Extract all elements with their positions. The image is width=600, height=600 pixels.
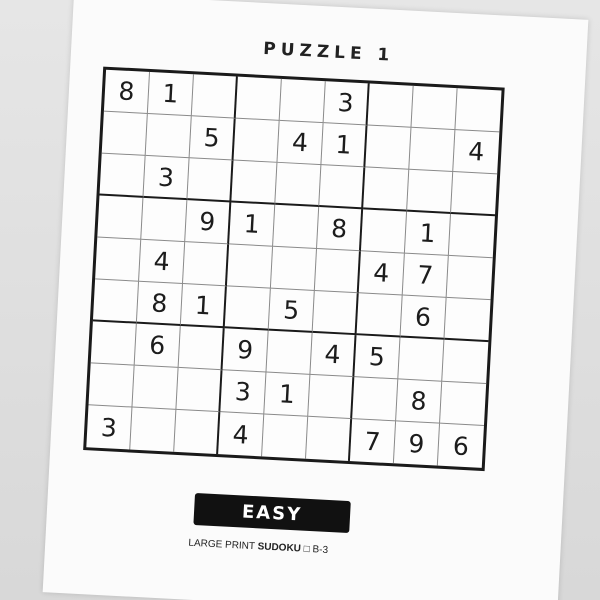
sudoku-cell-r9c8[interactable]: 9 [393,421,441,466]
page-footer: LARGE PRINT SUDOKU □ B-3 [188,538,328,556]
sudoku-cell-r5c2[interactable]: 4 [139,239,186,285]
sudoku-cell-r3c4[interactable] [231,160,278,205]
sudoku-cell-r9c7[interactable]: 7 [349,419,397,464]
sudoku-cell-r6c7[interactable] [356,293,403,338]
sudoku-cell-r8c6[interactable] [308,374,355,420]
sudoku-cell-r8c1[interactable] [88,363,135,408]
sudoku-cell-r1c8[interactable] [411,85,458,131]
sudoku-cell-r8c5[interactable]: 1 [264,372,311,417]
sudoku-cell-r9c6[interactable] [305,416,353,462]
difficulty-badge: EASY [193,492,351,534]
sudoku-cell-r2c8[interactable] [409,127,456,173]
sudoku-cell-r7c7[interactable]: 5 [354,335,401,380]
sudoku-cell-r3c5[interactable] [275,162,322,208]
sudoku-cell-r1c6[interactable]: 3 [323,81,370,126]
sudoku-cell-r5c9[interactable] [446,255,493,301]
sudoku-cell-r6c4[interactable] [224,286,271,331]
sudoku-cell-r9c5[interactable] [262,414,309,459]
sudoku-cell-r7c4[interactable]: 9 [222,328,269,373]
sudoku-cell-r5c3[interactable] [182,242,230,287]
sudoku-cell-r3c7[interactable] [363,167,410,212]
sudoku-cell-r6c1[interactable] [92,279,140,324]
footer-prefix: LARGE PRINT [188,537,258,553]
sudoku-cell-r1c9[interactable] [455,88,502,133]
sudoku-cell-r1c3[interactable] [191,74,238,119]
footer-mark: □ [300,543,313,556]
sudoku-cell-r1c4[interactable] [235,76,282,121]
sudoku-cell-r2c9[interactable]: 4 [453,130,500,175]
sudoku-cell-r4c4[interactable]: 1 [229,202,276,247]
sudoku-cell-r4c2[interactable] [141,197,188,243]
sudoku-cell-r2c2[interactable] [145,113,192,159]
sudoku-cell-r4c3[interactable]: 9 [185,200,232,245]
sudoku-cell-r2c5[interactable]: 4 [277,120,324,166]
sudoku-cell-r8c4[interactable]: 3 [220,370,267,415]
sudoku-cell-r1c7[interactable] [367,83,414,128]
footer-brand: SUDOKU [257,541,302,555]
sudoku-cell-r3c2[interactable]: 3 [143,155,190,201]
sudoku-cell-r7c1[interactable] [90,321,137,366]
sudoku-cell-r9c1[interactable]: 3 [86,405,133,450]
sudoku-cell-r5c5[interactable] [270,246,317,291]
sudoku-cell-r6c8[interactable]: 6 [400,295,447,340]
sudoku-cell-r5c6[interactable] [314,248,361,294]
sudoku-cell-r4c6[interactable]: 8 [316,207,364,252]
sudoku-cell-r2c1[interactable] [101,111,148,156]
sudoku-cell-r2c4[interactable] [233,118,280,163]
sudoku-cell-r9c9[interactable]: 6 [438,424,484,468]
sudoku-cell-r3c6[interactable] [319,165,366,210]
sudoku-cell-r1c2[interactable]: 1 [147,72,194,117]
photo-background: PUZZLE 1 8135414391814478156694531834796… [0,0,600,600]
sudoku-cell-r3c8[interactable] [407,169,454,214]
sudoku-cell-r3c1[interactable] [99,153,146,198]
sudoku-cell-r4c9[interactable] [448,213,495,259]
sudoku-cell-r8c3[interactable] [176,367,223,413]
sudoku-cell-r6c9[interactable] [444,297,491,343]
sudoku-cell-r5c8[interactable]: 7 [402,253,449,298]
sudoku-cell-r6c5[interactable]: 5 [268,288,315,333]
sudoku-cell-r8c9[interactable] [440,381,487,426]
sudoku-cell-r7c5[interactable] [266,330,313,375]
sudoku-cell-r9c2[interactable] [130,407,177,452]
sudoku-cell-r1c1[interactable]: 8 [103,69,151,114]
sudoku-cell-r4c5[interactable] [273,204,320,249]
sudoku-cell-r2c7[interactable] [365,125,412,170]
sudoku-cell-r7c6[interactable]: 4 [310,332,357,378]
sudoku-cell-r7c2[interactable]: 6 [134,323,181,368]
sudoku-cell-r2c3[interactable]: 5 [189,116,236,161]
sudoku-cell-r7c8[interactable] [398,337,445,382]
sudoku-cell-r2c6[interactable]: 1 [321,123,368,168]
sudoku-cell-r8c7[interactable] [352,377,399,422]
sudoku-cell-r6c6[interactable] [312,290,359,336]
sudoku-cell-r3c3[interactable] [187,158,234,203]
sudoku-cell-r5c4[interactable] [226,244,274,289]
sudoku-cell-r6c2[interactable]: 8 [136,281,183,326]
puzzle-page: PUZZLE 1 8135414391814478156694531834796… [42,0,589,600]
sudoku-cell-r8c8[interactable]: 8 [396,379,443,424]
sudoku-cell-r5c7[interactable]: 4 [358,251,405,296]
sudoku-cell-r4c8[interactable]: 1 [404,211,452,256]
sudoku-cell-r8c2[interactable] [132,365,179,410]
sudoku-cell-r4c7[interactable] [360,209,408,254]
sudoku-cell-r9c4[interactable]: 4 [218,412,265,457]
sudoku-cell-r5c1[interactable] [95,237,142,282]
sudoku-cell-r3c9[interactable] [451,172,498,217]
sudoku-cell-r7c3[interactable] [178,325,225,371]
sudoku-cell-r6c3[interactable]: 1 [180,284,227,329]
sudoku-cell-r9c3[interactable] [174,409,221,455]
sudoku-cell-r1c5[interactable] [279,78,326,124]
sudoku-cell-r4c1[interactable] [97,195,144,240]
footer-code: B-3 [312,544,329,556]
sudoku-grid: 8135414391814478156694531834796 [83,66,505,472]
sudoku-cell-r7c9[interactable] [442,339,489,385]
